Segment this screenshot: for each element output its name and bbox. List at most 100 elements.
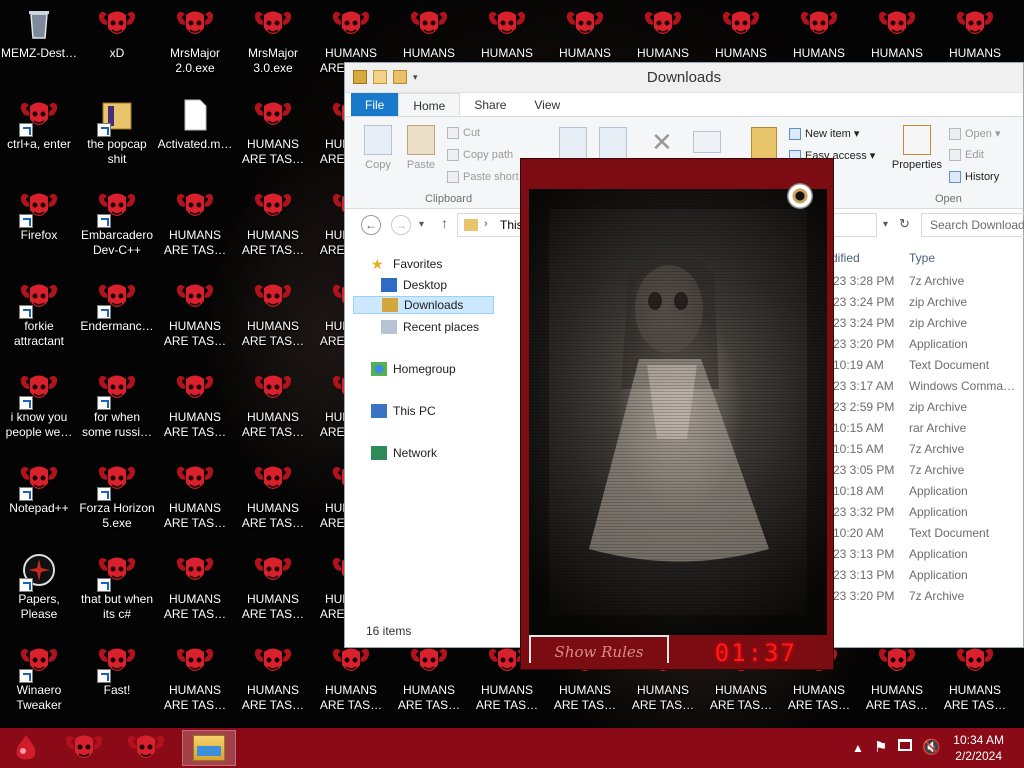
file-row[interactable]: 10:18 AM Application — [821, 481, 1024, 502]
desktop-icon-item[interactable]: HUMANS ARE TAS… — [312, 637, 390, 725]
file-row[interactable]: 23 3:32 PM Application — [821, 502, 1024, 523]
nav-recent-places[interactable]: Recent places — [381, 320, 479, 334]
file-row[interactable]: 23 3:17 AM Windows Comma… — [821, 376, 1024, 397]
column-header-modified[interactable]: dified — [831, 251, 860, 265]
file-row[interactable]: 10:15 AM rar Archive — [821, 418, 1024, 439]
nav-desktop[interactable]: Desktop — [381, 278, 447, 292]
desktop-icon-item[interactable]: HUMANS ARE TAS… — [156, 273, 234, 361]
forward-button[interactable]: → — [391, 215, 411, 235]
desktop-icon-item[interactable]: that but when its c# — [78, 546, 156, 634]
file-row[interactable]: 23 3:05 PM 7z Archive — [821, 460, 1024, 481]
column-header-type[interactable]: Type — [909, 251, 935, 265]
nav-homegroup[interactable]: Homegroup — [371, 362, 456, 376]
new-item-button[interactable]: New item ▾ — [789, 127, 859, 140]
desktop-icon-item[interactable]: HUMANS ARE TAS… — [234, 364, 312, 452]
desktop-icon-item[interactable]: MrsMajor 3.0.exe — [234, 0, 312, 88]
desktop-icon-item[interactable]: HUMANS ARE TAS… — [156, 182, 234, 270]
copy-to-icon[interactable] — [599, 127, 627, 159]
start-button[interactable] — [2, 730, 50, 766]
show-rules-button[interactable]: Show Rules — [529, 635, 669, 663]
rename-icon[interactable] — [693, 131, 721, 153]
desktop-icon-item[interactable]: Fast! — [78, 637, 156, 725]
desktop-icon-item[interactable]: Forza Horizon 5.exe — [78, 455, 156, 543]
eye-icon[interactable] — [787, 183, 813, 209]
desktop-icon-item[interactable]: forkie attractant — [0, 273, 78, 361]
desktop-icon-item[interactable]: HUMANS ARE TAS… — [234, 455, 312, 543]
tab-home[interactable]: Home — [398, 93, 461, 116]
copy-path-button[interactable]: Copy path — [447, 149, 513, 161]
file-row[interactable]: 10:20 AM Text Document — [821, 523, 1024, 544]
desktop-icon-item[interactable]: HUMANS ARE TAS… — [156, 455, 234, 543]
paste-button[interactable]: Paste — [405, 125, 437, 171]
file-row[interactable]: 23 3:13 PM Application — [821, 544, 1024, 565]
back-button[interactable]: ← — [361, 215, 381, 235]
desktop-icon-item[interactable]: the popcap shit — [78, 91, 156, 179]
desktop-icon-item[interactable]: MrsMajor 2.0.exe — [156, 0, 234, 88]
file-row[interactable]: 23 3:24 PM zip Archive — [821, 313, 1024, 334]
refresh-icon[interactable]: ↻ — [899, 216, 910, 232]
desktop-icon-item[interactable]: Endermanc… — [78, 273, 156, 361]
nav-downloads[interactable]: Downloads — [353, 296, 495, 314]
cut-button[interactable]: Cut — [447, 127, 480, 139]
desktop-icon-item[interactable]: HUMANS ARE TAS… — [156, 364, 234, 452]
desktop-icon-item[interactable]: HUMANS ARE TAS… — [234, 546, 312, 634]
desktop-icon-item[interactable]: xD — [78, 0, 156, 88]
copy-button[interactable]: Copy — [363, 125, 393, 171]
taskbar-app-2[interactable] — [122, 730, 170, 766]
show-hidden-icons-icon[interactable]: ▲ — [852, 741, 864, 755]
file-row[interactable]: 23 3:24 PM zip Archive — [821, 292, 1024, 313]
scare-overlay-window[interactable]: Show Rules 01:37 — [520, 158, 834, 670]
open-button[interactable]: Open ▾ — [949, 127, 1001, 140]
tab-file[interactable]: File — [351, 93, 399, 116]
file-row[interactable]: 23 2:59 PM zip Archive — [821, 397, 1024, 418]
desktop-icon-item[interactable]: HUMANS ARE TAS… — [234, 91, 312, 179]
desktop-icon-item[interactable]: for when some russi… — [78, 364, 156, 452]
properties-button[interactable]: Properties — [889, 125, 945, 171]
desktop-icon-item[interactable]: HUMANS ARE TAS… — [234, 273, 312, 361]
network-tray-icon[interactable] — [898, 739, 912, 754]
action-center-flag-icon[interactable]: ⚑ — [874, 738, 887, 756]
desktop-icon-item[interactable]: Winaero Tweaker — [0, 637, 78, 725]
nav-this-pc[interactable]: This PC — [371, 404, 436, 418]
address-dropdown-icon[interactable]: ▾ — [883, 219, 888, 230]
tab-share[interactable]: Share — [460, 93, 520, 116]
desktop-icon-item[interactable]: Notepad++ — [0, 455, 78, 543]
desktop-icon-item[interactable]: ctrl+a, enter — [0, 91, 78, 179]
desktop-icon-item[interactable]: HUMANS ARE TAS… — [234, 182, 312, 270]
nav-network[interactable]: Network — [371, 446, 437, 460]
nav-favorites[interactable]: ★ Favorites — [371, 257, 442, 271]
up-button[interactable]: ↑ — [441, 215, 448, 231]
delete-icon[interactable]: ✕ — [651, 129, 673, 155]
desktop-icon-item[interactable]: HUMANS ARE TAS… — [390, 637, 468, 725]
file-row[interactable]: 23 3:13 PM Application — [821, 565, 1024, 586]
new-folder-icon[interactable] — [751, 127, 777, 161]
recent-locations-icon[interactable]: ▾ — [419, 219, 424, 230]
clock[interactable]: 10:34 AM 2/2/2024 — [953, 732, 1004, 764]
desktop-icon-item[interactable]: HUMANS ARE TAS… — [936, 637, 1014, 725]
search-input[interactable]: Search Downloads — [921, 213, 1024, 237]
desktop-icon-item[interactable]: Activated.m… — [156, 91, 234, 179]
desktop-icon-item[interactable]: Papers, Please — [0, 546, 78, 634]
file-row[interactable]: 10:19 AM Text Document — [821, 355, 1024, 376]
desktop-icon-item[interactable]: MEMZ-Dest… — [0, 0, 78, 88]
file-row[interactable]: 23 3:28 PM 7z Archive — [821, 271, 1024, 292]
desktop-icon-item[interactable]: HUMANS ARE TAS… — [156, 546, 234, 634]
file-row[interactable]: 23 3:20 PM Application — [821, 334, 1024, 355]
desktop-icon-item[interactable]: HUMANS ARE TAS… — [156, 637, 234, 725]
desktop-icon-item[interactable]: HUMANS ARE TAS… — [234, 637, 312, 725]
file-row[interactable]: 23 3:20 PM 7z Archive — [821, 586, 1024, 607]
file-row[interactable]: 10:15 AM 7z Archive — [821, 439, 1024, 460]
paste-shortcut-button[interactable]: Paste short — [447, 171, 519, 183]
desktop-icon-item[interactable]: Firefox — [0, 182, 78, 270]
desktop-icon-item[interactable]: Embarcadero Dev-C++ — [78, 182, 156, 270]
desktop-icon-item[interactable]: i know you people we… — [0, 364, 78, 452]
taskbar-file-explorer[interactable] — [182, 730, 236, 766]
edit-button[interactable]: Edit — [949, 149, 984, 161]
move-to-icon[interactable] — [559, 127, 587, 159]
desktop-icon-item[interactable]: HUMANS ARE TAS… — [858, 637, 936, 725]
tab-view[interactable]: View — [520, 93, 574, 116]
volume-muted-icon[interactable]: 🔇 — [922, 738, 941, 756]
title-bar[interactable]: ▾ Downloads — [345, 63, 1023, 93]
history-button[interactable]: History — [949, 171, 999, 183]
taskbar-app-1[interactable] — [60, 730, 108, 766]
